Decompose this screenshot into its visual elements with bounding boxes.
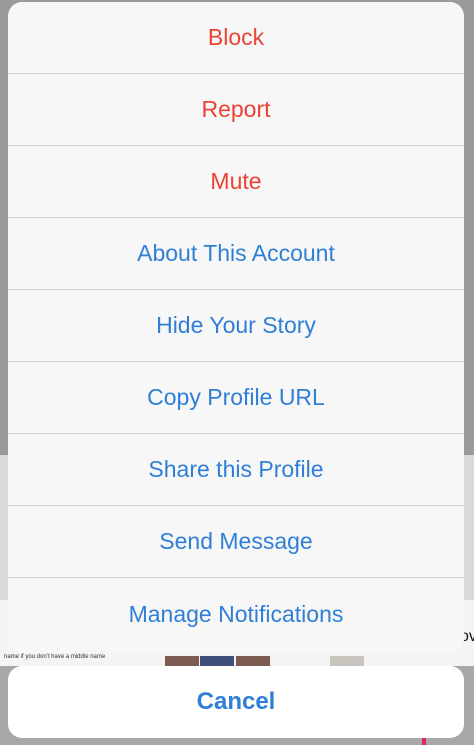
manage-notifications-button[interactable]: Manage Notifications — [8, 578, 464, 650]
action-sheet: Block Report Mute About This Account Hid… — [8, 2, 464, 653]
block-button[interactable]: Block — [8, 2, 464, 74]
hide-your-story-button[interactable]: Hide Your Story — [8, 290, 464, 362]
background-snippet-text: name if you don't have a middle name — [4, 654, 106, 660]
send-message-button[interactable]: Send Message — [8, 506, 464, 578]
mute-button[interactable]: Mute — [8, 146, 464, 218]
share-profile-button[interactable]: Share this Profile — [8, 434, 464, 506]
copy-profile-url-button[interactable]: Copy Profile URL — [8, 362, 464, 434]
report-button[interactable]: Report — [8, 74, 464, 146]
cancel-button[interactable]: Cancel — [8, 666, 464, 738]
about-this-account-button[interactable]: About This Account — [8, 218, 464, 290]
screen: name if you don't have a middle name ov … — [0, 0, 474, 745]
